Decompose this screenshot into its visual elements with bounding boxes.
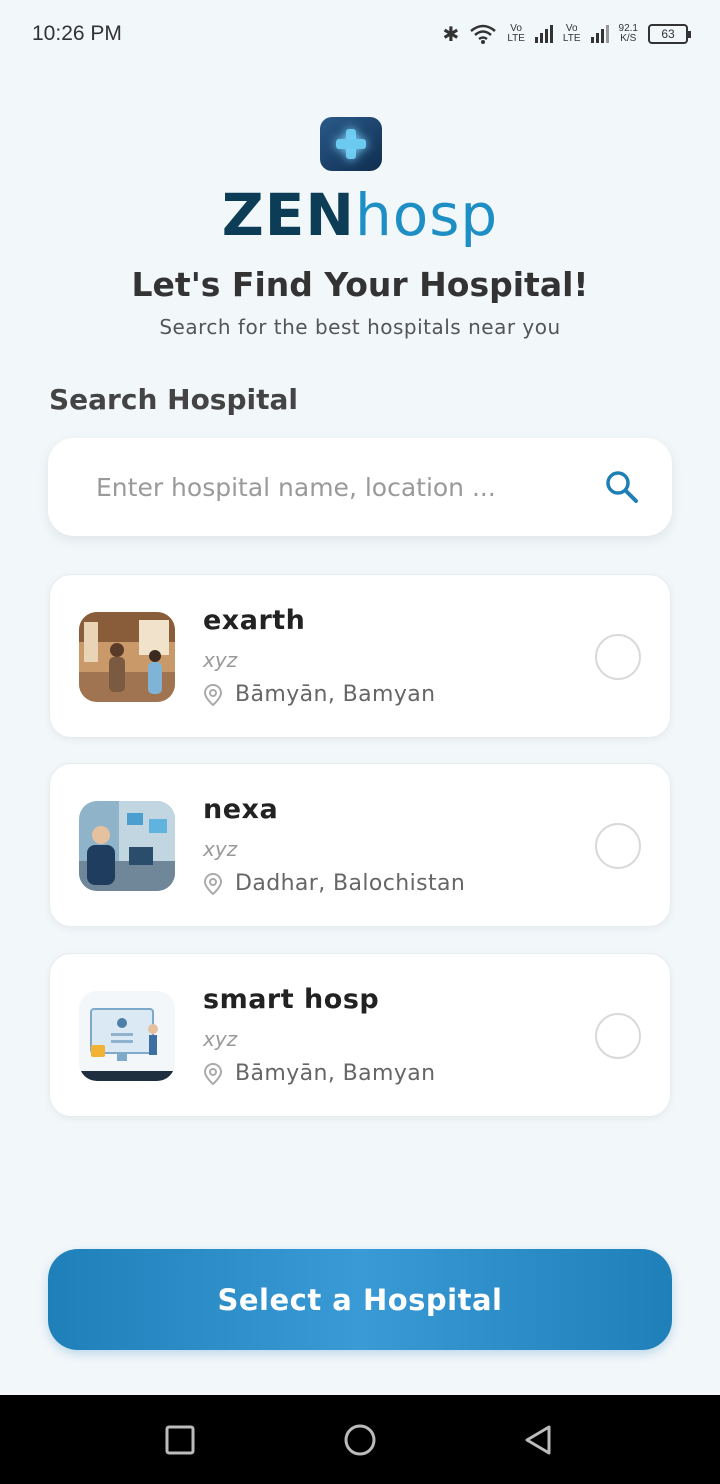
status-bar: 10:26 PM ✱ Vo LTE Vo LTE 92.1 K/S 63: [0, 0, 720, 68]
page-title: Let's Find Your Hospital!: [131, 265, 589, 304]
hospital-thumbnail: [79, 612, 175, 702]
logo-part-zen: ZEN: [221, 181, 355, 249]
network-speed: 92.1 K/S: [619, 24, 638, 44]
hospital-name: exarth: [203, 605, 306, 636]
search-icon[interactable]: [602, 467, 642, 507]
bluetooth-icon: ✱: [442, 22, 460, 46]
hospital-type: xyz: [203, 837, 238, 861]
hospital-thumbnail: [79, 991, 175, 1081]
search-bar: [48, 438, 672, 536]
wifi-icon: [470, 24, 497, 44]
app-logo-wordmark: ZENhosp: [0, 182, 720, 248]
hospital-radio[interactable]: [595, 634, 641, 680]
back-icon[interactable]: [521, 1423, 555, 1457]
hospital-card[interactable]: smart hosp xyz Bāmyān, Bamyan: [49, 953, 671, 1117]
logo-part-hosp: hosp: [354, 181, 499, 249]
hospital-location: Bāmyān, Bamyan: [203, 682, 436, 707]
app-logo-icon: [320, 117, 382, 171]
system-nav-bar: [0, 1395, 720, 1484]
status-icons: ✱ Vo LTE Vo LTE 92.1 K/S 63: [442, 22, 691, 46]
hospital-location: Bāmyān, Bamyan: [203, 1061, 436, 1086]
hospital-radio[interactable]: [595, 823, 641, 869]
hospital-location-text: Bāmyān, Bamyan: [235, 1061, 436, 1086]
location-pin-icon: [203, 1062, 223, 1085]
select-hospital-button[interactable]: Select a Hospital: [48, 1249, 672, 1350]
hospital-name: smart hosp: [203, 984, 380, 1015]
battery-level: 63: [661, 27, 675, 41]
home-icon[interactable]: [343, 1423, 377, 1457]
hospital-type: xyz: [203, 1027, 238, 1051]
signal-icon: [590, 25, 609, 43]
hospital-card[interactable]: exarth xyz Bāmyān, Bamyan: [49, 574, 671, 738]
signal-icon: [534, 25, 553, 43]
hospital-thumbnail: [79, 801, 175, 891]
volte-indicator: Vo LTE: [562, 23, 581, 44]
location-pin-icon: [203, 683, 223, 706]
search-input[interactable]: [96, 472, 602, 502]
recent-apps-icon[interactable]: [163, 1423, 197, 1457]
page-subtitle: Search for the best hospitals near you: [159, 315, 561, 339]
hospital-name: nexa: [203, 794, 279, 825]
hospital-location: Dadhar, Balochistan: [203, 871, 465, 896]
hospital-radio[interactable]: [595, 1013, 641, 1059]
hospital-card[interactable]: nexa xyz Dadhar, Balochistan: [49, 763, 671, 927]
speed-unit: K/S: [620, 33, 637, 44]
location-pin-icon: [203, 872, 223, 895]
hospital-location-text: Bāmyān, Bamyan: [235, 682, 436, 707]
status-time: 10:26 PM: [32, 22, 122, 45]
medical-cross-icon: [336, 129, 366, 159]
battery-icon: 63: [648, 24, 691, 44]
search-section-label: Search Hospital: [49, 383, 298, 416]
volte-indicator: Vo LTE: [507, 23, 525, 44]
hospital-location-text: Dadhar, Balochistan: [235, 871, 466, 896]
hospital-type: xyz: [203, 648, 238, 672]
